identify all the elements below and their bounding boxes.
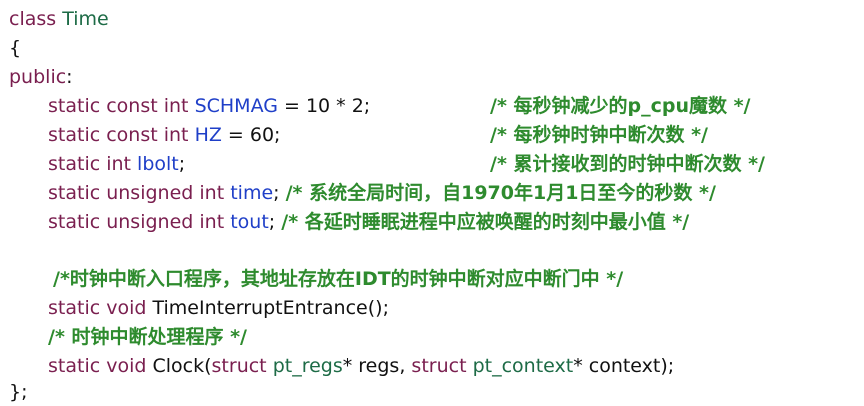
tout-comment: /* 各延时睡眠进程中应被唤醒的时刻中最小值 */	[281, 211, 690, 233]
function-clock: Clock(	[152, 355, 212, 377]
lbolt-comment: /* 累计接收到的时钟中断次数 */	[490, 153, 765, 175]
keyword-const: const	[106, 124, 158, 146]
keyword-static: static	[48, 355, 101, 377]
keyword-unsigned: unsigned	[106, 182, 194, 204]
keyword-public: public	[9, 66, 67, 88]
schmag-value: = 10 * 2;	[277, 95, 371, 117]
hz-declaration-line: static const int HZ = 60; /* 每秒钟时钟中断次数 */	[48, 121, 864, 149]
keyword-struct: struct	[411, 355, 467, 377]
lbolt-semicolon: ;	[178, 153, 186, 175]
entrance-comment-line: /*时钟中断入口程序，其地址存放在IDT的时钟中断对应中断门中 */	[53, 265, 623, 293]
clock-comment: /* 时钟中断处理程序 */	[48, 326, 247, 348]
class-name: Time	[62, 8, 109, 30]
clock-declaration-line: static void Clock(struct pt_regs* regs, …	[48, 352, 674, 380]
keyword-static: static	[48, 211, 101, 233]
keyword-int: int	[163, 124, 189, 146]
time-comment: /* 系统全局时间，自1970年1月1日至今的秒数 */	[285, 182, 716, 204]
class-declaration-line: class Time	[9, 5, 109, 33]
identifier-lbolt: lbolt	[137, 153, 179, 175]
schmag-declaration-line: static const int SCHMAG = 10 * 2; /* 每秒钟减…	[48, 92, 864, 120]
type-pt-context: pt_context	[472, 355, 574, 377]
open-brace: {	[9, 37, 22, 59]
keyword-void: void	[106, 355, 147, 377]
identifier-tout: tout	[230, 211, 269, 233]
tout-declaration-line: static unsigned int tout; /* 各延时睡眠进程中应被唤…	[48, 208, 689, 236]
hz-value: = 60;	[221, 124, 281, 146]
identifier-hz: HZ	[194, 124, 222, 146]
identifier-time: time	[230, 182, 274, 204]
keyword-struct: struct	[211, 355, 267, 377]
time-declaration-line: static unsigned int time; /* 系统全局时间，自197…	[48, 179, 716, 207]
tout-semicolon: ;	[268, 211, 276, 233]
keyword-static: static	[48, 124, 101, 146]
identifier-schmag: SCHMAG	[194, 95, 278, 117]
param-context: * context);	[573, 355, 675, 377]
keyword-static: static	[48, 95, 101, 117]
lbolt-declaration-line: static int lbolt; /* 累计接收到的时钟中断次数 */	[48, 150, 864, 178]
keyword-static: static	[48, 153, 101, 175]
keyword-int: int	[106, 153, 131, 175]
close-brace: };	[9, 381, 28, 403]
param-regs: * regs,	[342, 355, 412, 377]
entrance-comment: /*时钟中断入口程序，其地址存放在IDT的时钟中断对应中断门中 */	[53, 268, 624, 290]
type-pt-regs: pt_regs	[272, 355, 343, 377]
time-semicolon: ;	[273, 182, 280, 204]
open-brace-line: {	[9, 34, 21, 62]
keyword-int: int	[163, 95, 189, 117]
hz-comment: /* 每秒钟时钟中断次数 */	[490, 124, 708, 146]
keyword-int: int	[199, 182, 225, 204]
keyword-static: static	[48, 182, 101, 204]
keyword-int: int	[199, 211, 225, 233]
code-block: class Time { public: static const int SC…	[0, 0, 864, 406]
close-brace-line: };	[9, 378, 28, 406]
keyword-const: const	[106, 95, 158, 117]
keyword-static: static	[48, 297, 101, 319]
public-line: public:	[9, 63, 73, 91]
keyword-class: class	[9, 8, 57, 30]
clock-comment-line: /* 时钟中断处理程序 */	[48, 323, 247, 351]
public-colon: :	[66, 66, 73, 88]
keyword-unsigned: unsigned	[106, 211, 194, 233]
schmag-comment: /* 每秒钟减少的p_cpu魔数 */	[490, 95, 751, 117]
entrance-declaration-line: static void TimeInterruptEntrance();	[48, 294, 389, 322]
function-time-interrupt-entrance: TimeInterruptEntrance();	[152, 297, 389, 319]
keyword-void: void	[106, 297, 147, 319]
